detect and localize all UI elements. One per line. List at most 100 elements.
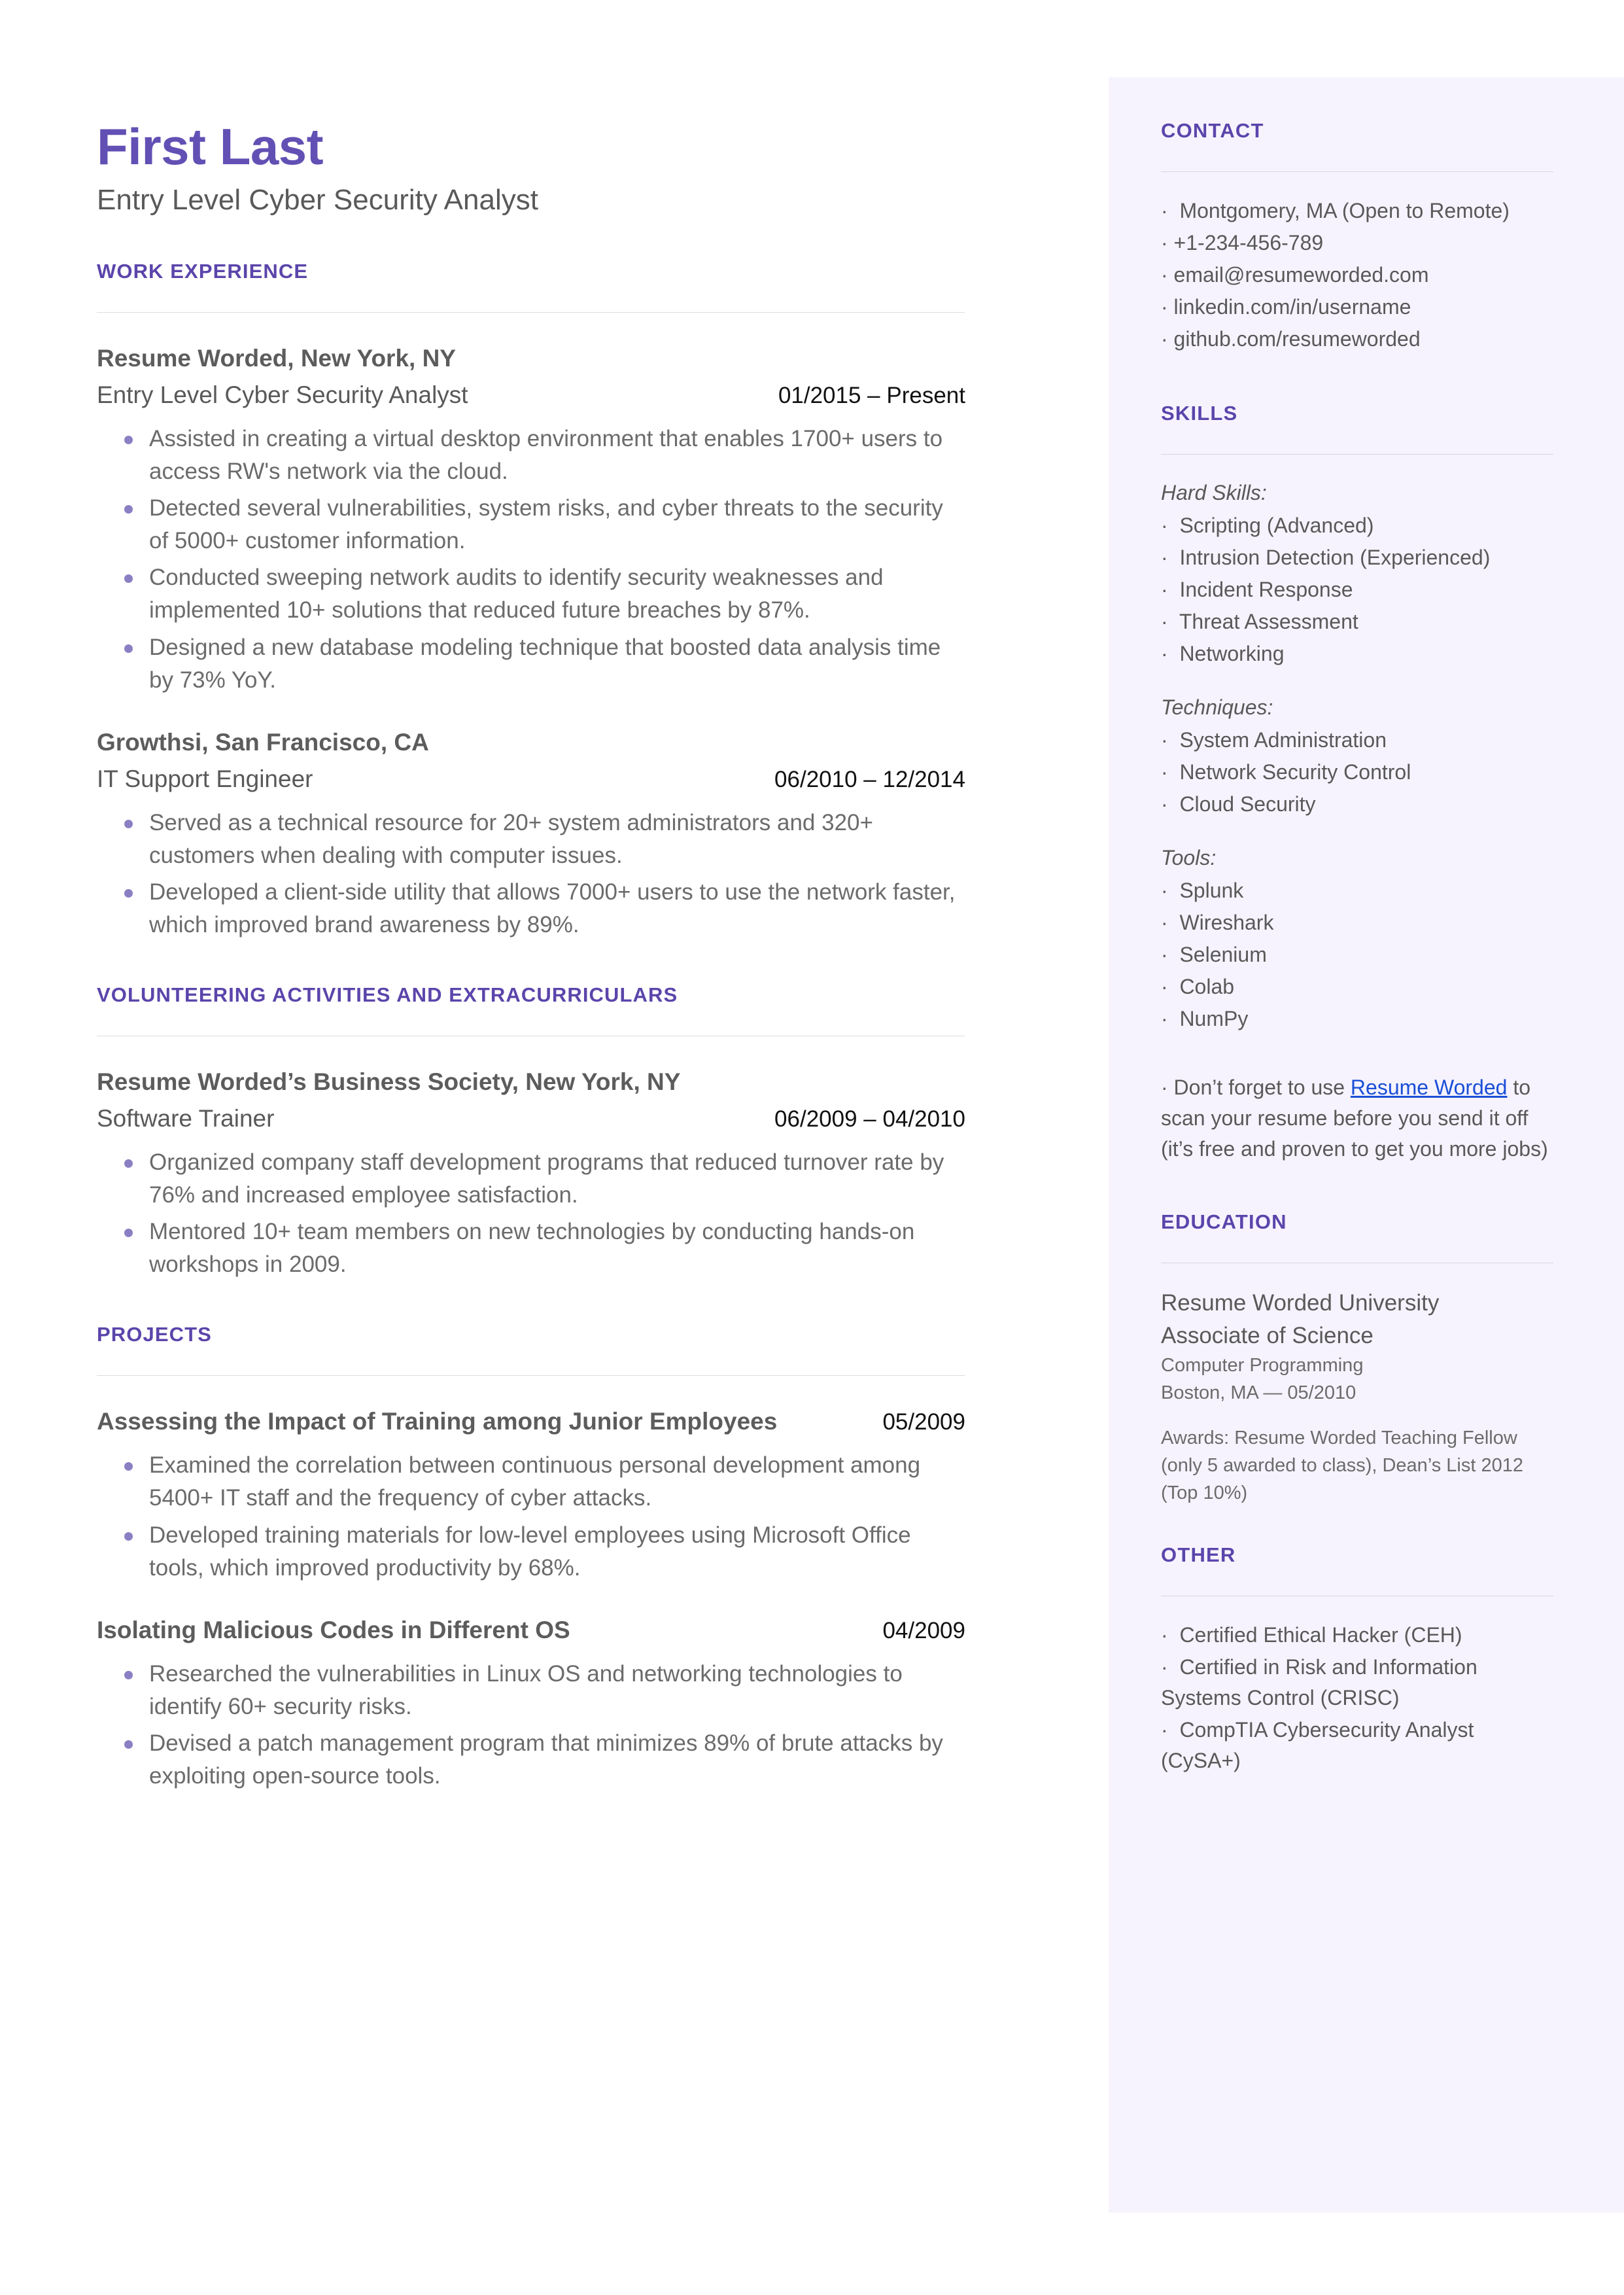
promo-text-before: Don’t forget to use [1173, 1075, 1351, 1099]
other-heading: OTHER [1161, 1543, 1236, 1566]
contact-phone-text[interactable]: +1-234-456-789 [1174, 231, 1324, 254]
work-entry-title: Entry Level Cyber Security Analyst [97, 381, 468, 409]
resume-worded-link[interactable]: Resume Worded [1351, 1076, 1508, 1099]
project-entry: Assessing the Impact of Training among J… [97, 1406, 967, 1584]
project-entry-row: Assessing the Impact of Training among J… [97, 1406, 967, 1437]
certification-label: Certified Ethical Hacker (CEH) [1179, 1622, 1462, 1647]
skill-label: Cloud Security [1179, 792, 1316, 816]
contact-section: CONTACT · Montgomery, MA (Open to Remote… [1161, 119, 1553, 355]
volunteering-section: VOLUNTEERING ACTIVITIES AND EXTRACURRICU… [97, 983, 967, 1281]
contact-github-text[interactable]: github.com/resumeworded [1174, 327, 1421, 351]
project-bullets: Researched the vulnerabilities in Linux … [97, 1658, 967, 1793]
certification-item: · CompTIA Cybersecurity Analyst (CySA+) [1161, 1717, 1474, 1772]
skills-group-label-tools: Tools: [1161, 846, 1217, 869]
volunteering-entry-title: Software Trainer [97, 1105, 275, 1132]
skills-list-hard: · Scripting (Advanced) · Intrusion Detec… [1161, 510, 1553, 669]
education-location-date: Boston, MA — 05/2010 [1161, 1382, 1356, 1404]
skill-item: · Selenium [1161, 942, 1267, 966]
contact-item-linkedin: · linkedin.com/in/username [1161, 295, 1411, 319]
certification-item: · Certified Ethical Hacker (CEH) [1161, 1622, 1462, 1647]
skill-item: · System Administration [1161, 727, 1387, 752]
contact-email-text[interactable]: email@resumeworded.com [1174, 263, 1429, 287]
section-divider [97, 312, 965, 313]
bullet-item: Organized company staff development prog… [97, 1146, 967, 1212]
work-entry-date: 01/2015 – Present [778, 383, 965, 409]
work-entry-bullets: Served as a technical resource for 20+ s… [97, 807, 967, 941]
work-entry-bullets: Assisted in creating a virtual desktop e… [97, 423, 967, 696]
education-school: Resume Worded University [1161, 1290, 1440, 1316]
sidebar: CONTACT · Montgomery, MA (Open to Remote… [1109, 77, 1624, 2213]
skill-label: Networking [1179, 642, 1285, 666]
contact-item-email: · email@resumeworded.com [1161, 263, 1429, 287]
skills-divider [1161, 454, 1553, 455]
education-section: EDUCATION Resume Worded University Assoc… [1161, 1210, 1553, 1507]
job-subtitle: Entry Level Cyber Security Analyst [97, 184, 538, 217]
work-entry-row: IT Support Engineer 06/2010 – 12/2014 [97, 763, 967, 795]
skill-item: · Threat Assessment [1161, 610, 1358, 634]
contact-item-phone: · +1-234-456-789 [1161, 231, 1324, 255]
skills-group-label-techniques: Techniques: [1161, 695, 1273, 720]
work-entry-title: IT Support Engineer [97, 765, 313, 792]
project-date: 05/2009 [882, 1409, 965, 1435]
work-experience-section: WORK EXPERIENCE Resume Worded, New York,… [97, 260, 967, 941]
project-bullets: Examined the correlation between continu… [97, 1449, 967, 1584]
contact-location-text: Montgomery, MA (Open to Remote) [1179, 199, 1510, 222]
projects-section: PROJECTS Assessing the Impact of Trainin… [97, 1323, 967, 1793]
bullet-item: Examined the correlation between continu… [97, 1449, 967, 1515]
skill-item: · NumPy [1161, 1006, 1249, 1030]
bullet-item: Served as a technical resource for 20+ s… [97, 807, 967, 872]
contact-linkedin-text[interactable]: linkedin.com/in/username [1174, 295, 1411, 319]
skill-item: · Intrusion Detection (Experienced) [1161, 545, 1491, 569]
education-degree: Associate of Science [1161, 1322, 1373, 1348]
certification-label: CompTIA Cybersecurity Analyst (CySA+) [1161, 1717, 1474, 1772]
volunteering-heading: VOLUNTEERING ACTIVITIES AND EXTRACURRICU… [97, 983, 678, 1006]
project-title: Assessing the Impact of Training among J… [97, 1408, 778, 1435]
skill-label: Threat Assessment [1179, 610, 1358, 634]
skill-item: · Incident Response [1161, 578, 1353, 602]
skills-heading: SKILLS [1161, 402, 1238, 425]
skills-list-techniques: · System Administration · Network Securi… [1161, 725, 1553, 820]
bullet-item: Mentored 10+ team members on new technol… [97, 1216, 967, 1281]
work-entry-date: 06/2010 – 12/2014 [774, 766, 965, 792]
skill-item: · Splunk [1161, 878, 1244, 902]
bullet-item: Designed a new database modeling techniq… [97, 631, 967, 697]
skill-label: Wireshark [1179, 910, 1274, 934]
education-heading: EDUCATION [1161, 1210, 1287, 1234]
skill-item: · Scripting (Advanced) [1161, 513, 1374, 537]
skill-label: Network Security Control [1179, 760, 1411, 784]
skill-label: Selenium [1179, 942, 1267, 966]
main-column: First Last Entry Level Cyber Security An… [97, 0, 967, 1796]
skill-item: · Wireshark [1161, 910, 1274, 934]
skill-item: · Networking [1161, 642, 1285, 666]
bullet-item: Developed training materials for low-lev… [97, 1519, 967, 1585]
volunteering-entry-date: 06/2009 – 04/2010 [774, 1106, 965, 1132]
project-entry-row: Isolating Malicious Codes in Different O… [97, 1615, 967, 1646]
skill-item: · Cloud Security [1161, 792, 1316, 816]
bullet-item: Conducted sweeping network audits to ide… [97, 561, 967, 627]
resume-page: CONTACT · Montgomery, MA (Open to Remote… [0, 0, 1624, 2295]
work-entry: Growthsi, San Francisco, CA IT Support E… [97, 727, 967, 941]
education-field: Computer Programming [1161, 1355, 1364, 1376]
education-awards: Awards: Resume Worded Teaching Fellow (o… [1161, 1427, 1523, 1503]
project-title: Isolating Malicious Codes in Different O… [97, 1616, 570, 1643]
work-entry: Resume Worded, New York, NY Entry Level … [97, 343, 967, 697]
project-date: 04/2009 [882, 1617, 965, 1643]
bullet-item: Assisted in creating a virtual desktop e… [97, 423, 967, 488]
skill-label: Incident Response [1179, 578, 1353, 602]
contact-item-location: · Montgomery, MA (Open to Remote) [1161, 199, 1510, 222]
work-entry-org: Growthsi, San Francisco, CA [97, 728, 429, 756]
skill-label: System Administration [1179, 727, 1387, 752]
work-entry-org: Resume Worded, New York, NY [97, 345, 456, 372]
certification-label: Certified in Risk and Information System… [1161, 1655, 1477, 1709]
bullet-item: Devised a patch management program that … [97, 1727, 967, 1793]
other-list: · Certified Ethical Hacker (CEH) · Certi… [1161, 1620, 1553, 1776]
section-divider [97, 1375, 965, 1376]
page-title: First Last [97, 118, 324, 175]
skill-item: · Network Security Control [1161, 760, 1411, 784]
skill-label: NumPy [1179, 1006, 1249, 1030]
bullet-item: Researched the vulnerabilities in Linux … [97, 1658, 967, 1723]
